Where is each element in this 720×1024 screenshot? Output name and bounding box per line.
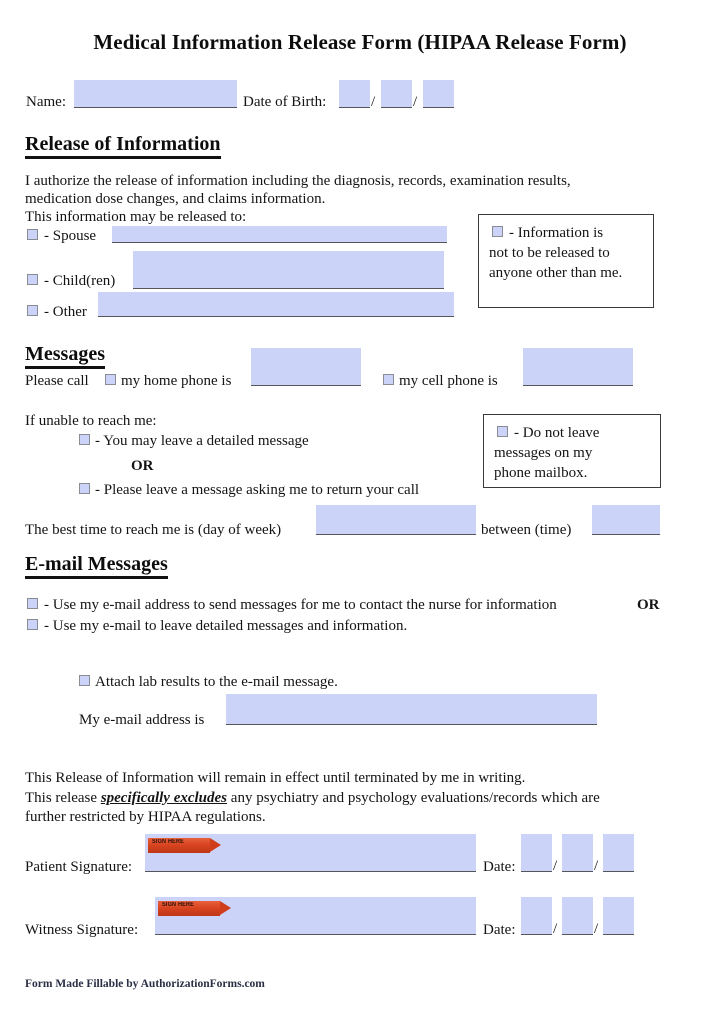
form-page: Medical Information Release Form (HIPAA … — [0, 0, 720, 1024]
page-title: Medical Information Release Form (HIPAA … — [93, 30, 627, 54]
note-no-messages-line-1: - Do not leave — [514, 425, 600, 441]
label-leave-detailed-message: - You may leave a detailed message — [95, 433, 309, 449]
section-heading-messages: Messages — [25, 344, 105, 369]
input-witness-date-year[interactable] — [603, 897, 634, 935]
or-label-email: OR — [637, 597, 660, 613]
note-no-messages-line-2: messages on my — [494, 445, 593, 461]
section-heading-release-of-information: Release of Information — [25, 134, 221, 159]
checkbox-release-spouse[interactable] — [27, 229, 38, 240]
terms-line-2-suffix: any psychiatry and psychology evaluation… — [227, 790, 600, 806]
witness-date-slash-2: / — [594, 921, 599, 937]
terms-line-3: further restricted by HIPAA regulations. — [25, 809, 266, 825]
patient-date-label: Date: — [483, 859, 516, 875]
input-between-time[interactable] — [592, 505, 660, 535]
terms-line-2: This release specifically excludes any p… — [25, 789, 600, 808]
best-time-label: The best time to reach me is (day of wee… — [25, 522, 282, 538]
input-home-phone[interactable] — [251, 348, 361, 386]
sign-here-tag-witness[interactable]: SIGN HERE — [158, 901, 231, 916]
sign-here-tag-patient[interactable]: SIGN HERE — [148, 838, 221, 853]
note-no-release-line-2: not to be released to — [489, 245, 610, 261]
dob-year-input[interactable] — [423, 80, 454, 108]
note-box-no-release: - Information is not to be released to a… — [478, 214, 654, 308]
terms-line-1: This Release of Information will remain … — [25, 770, 526, 786]
section-heading-email-messages: E-mail Messages — [25, 554, 168, 579]
dob-slash-1: / — [371, 94, 376, 110]
note-no-messages-line-3: phone mailbox. — [494, 465, 588, 481]
patient-signature-label: Patient Signature: — [25, 859, 133, 875]
checkbox-return-call[interactable] — [79, 483, 90, 494]
dob-month-input[interactable] — [339, 80, 370, 108]
input-release-children[interactable] — [133, 251, 444, 289]
label-attach-lab-results: Attach lab results to the e-mail message… — [95, 674, 338, 690]
release-paragraph-line-2: medication dose changes, and claims info… — [25, 191, 326, 207]
email-address-label: My e-mail address is — [79, 712, 205, 728]
name-input[interactable] — [74, 80, 237, 108]
date-of-birth-label: Date of Birth: — [243, 94, 327, 110]
or-label-messages: OR — [131, 458, 154, 474]
input-witness-date-month[interactable] — [521, 897, 552, 935]
witness-date-label: Date: — [483, 922, 516, 938]
checkbox-no-messages[interactable] — [497, 426, 508, 437]
checkbox-cell-phone[interactable] — [383, 374, 394, 385]
checkbox-release-children[interactable] — [27, 274, 38, 285]
patient-date-slash-2: / — [594, 858, 599, 874]
cell-phone-label: my cell phone is — [399, 373, 498, 389]
checkbox-no-release[interactable] — [492, 226, 503, 237]
name-label: Name: — [26, 94, 66, 110]
note-box-no-messages: - Do not leave messages on my phone mail… — [483, 414, 661, 488]
release-paragraph-line-3: This information may be released to: — [25, 209, 247, 225]
label-release-children: - Child(ren) — [44, 273, 116, 289]
home-phone-label: my home phone is — [121, 373, 232, 389]
release-paragraph-line-1: I authorize the release of information i… — [25, 173, 571, 189]
checkbox-release-other[interactable] — [27, 305, 38, 316]
witness-signature-label: Witness Signature: — [25, 922, 139, 938]
label-email-detailed: - Use my e-mail to leave detailed messag… — [44, 618, 408, 634]
label-email-nurse: - Use my e-mail address to send messages… — [44, 597, 557, 613]
sign-here-tag-patient-label: SIGN HERE — [152, 839, 185, 845]
input-patient-date-day[interactable] — [562, 834, 593, 872]
note-no-release-line-3: anyone other than me. — [489, 265, 623, 281]
label-release-spouse: - Spouse — [44, 228, 97, 244]
input-cell-phone[interactable] — [523, 348, 633, 386]
please-call-label: Please call — [25, 373, 89, 389]
input-patient-date-year[interactable] — [603, 834, 634, 872]
terms-line-2-prefix: This release — [25, 790, 101, 806]
input-release-other[interactable] — [98, 292, 454, 317]
patient-date-slash-1: / — [553, 858, 558, 874]
note-no-release-line-1: - Information is — [509, 225, 604, 241]
sign-here-tag-witness-label: SIGN HERE — [162, 902, 195, 908]
checkbox-leave-detailed-message[interactable] — [79, 434, 90, 445]
between-time-label: between (time) — [481, 522, 572, 538]
input-patient-date-month[interactable] — [521, 834, 552, 872]
footer-attribution: Form Made Fillable by AuthorizationForms… — [25, 978, 265, 990]
checkbox-home-phone[interactable] — [105, 374, 116, 385]
input-best-day[interactable] — [316, 505, 476, 535]
checkbox-email-nurse[interactable] — [27, 598, 38, 609]
input-release-spouse[interactable] — [112, 226, 447, 243]
checkbox-email-detailed[interactable] — [27, 619, 38, 630]
input-email-address[interactable] — [226, 694, 597, 725]
witness-date-slash-1: / — [553, 921, 558, 937]
label-release-other: - Other — [44, 304, 87, 320]
dob-slash-2: / — [413, 94, 418, 110]
dob-day-input[interactable] — [381, 80, 412, 108]
label-return-call: - Please leave a message asking me to re… — [95, 482, 420, 498]
terms-emphasis: specifically excludes — [100, 790, 228, 806]
input-witness-date-day[interactable] — [562, 897, 593, 935]
checkbox-attach-lab-results[interactable] — [79, 675, 90, 686]
if-unable-to-reach-label: If unable to reach me: — [25, 413, 157, 429]
